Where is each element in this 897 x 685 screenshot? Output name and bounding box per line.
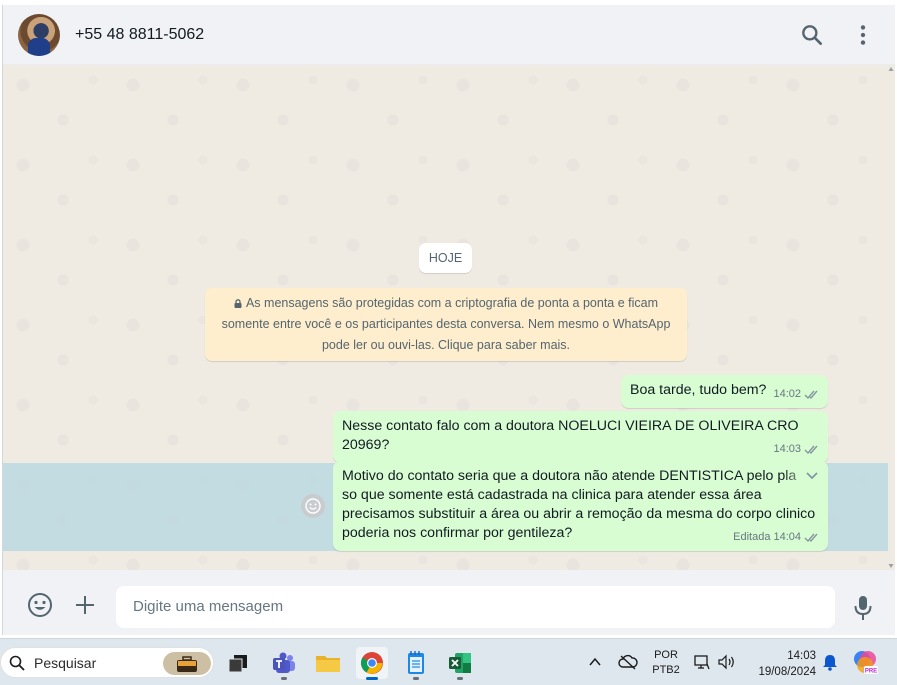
message-bubble[interactable]: Boa tarde, tudo bem? 14:02 [621, 375, 828, 408]
chrome-button[interactable] [356, 647, 388, 680]
running-indicator [457, 677, 463, 680]
teams-button[interactable] [268, 647, 300, 680]
attach-plus-icon[interactable] [73, 593, 97, 617]
svg-text:PRE: PRE [865, 669, 877, 675]
encryption-notice[interactable]: As mensagens são protegidas com a cripto… [205, 288, 687, 361]
date-separator: HOJE [419, 243, 472, 273]
language-code: POR [654, 649, 678, 661]
message-meta: 14:03 [773, 440, 820, 459]
running-indicator [366, 677, 378, 680]
encryption-line: somente entre você e os participantes de… [221, 317, 671, 331]
task-view-button[interactable] [222, 647, 254, 679]
microphone-icon[interactable] [853, 595, 873, 621]
message-input[interactable]: Digite uma mensagem [116, 586, 835, 628]
message-time: 14:04 [773, 531, 801, 543]
message-line: precisamos substituir a área ou abrir a … [342, 506, 816, 522]
clock-date: 19/08/2024 [758, 666, 816, 678]
taskbar-search-label: Pesquisar [34, 655, 97, 671]
message-meta: 14:02 [773, 385, 820, 404]
encryption-line: As mensagens são protegidas com a cripto… [217, 293, 675, 314]
running-indicator [281, 677, 287, 680]
menu-icon[interactable] [850, 22, 876, 48]
emoji-reaction-button[interactable] [301, 494, 325, 518]
scrollbar[interactable] [888, 65, 894, 570]
double-check-icon [804, 390, 818, 400]
message-line: Motivo do contato seria que a doutora nã… [342, 468, 797, 484]
task-view-icon [228, 655, 247, 673]
network-icon[interactable] [694, 654, 710, 670]
message-bubble[interactable]: Nesse contato falo com a doutora NOELUCI… [333, 411, 828, 463]
notepad-button[interactable] [400, 647, 432, 680]
double-check-icon [804, 533, 818, 543]
notification-bell-icon[interactable] [822, 654, 838, 671]
message-line: so que somente está cadastrada na clinic… [342, 487, 762, 503]
volume-icon[interactable] [718, 654, 736, 670]
lock-icon [234, 299, 242, 308]
message-line: Nesse contato falo com a doutora NOELUCI… [342, 418, 799, 434]
chevron-down-icon[interactable] [804, 467, 820, 483]
folder-icon [316, 656, 340, 672]
running-indicator [413, 677, 419, 680]
keyboard-layout: PTB2 [652, 664, 680, 676]
chevron-up-icon[interactable] [588, 655, 602, 669]
file-explorer-button[interactable] [312, 647, 344, 679]
contact-avatar[interactable] [18, 14, 60, 56]
teams-icon [273, 652, 295, 673]
message-time: 14:02 [773, 388, 801, 400]
onedrive-offline-icon[interactable] [618, 654, 638, 670]
copilot-icon[interactable]: PRE [852, 649, 878, 675]
smiley-icon [305, 498, 321, 514]
excel-icon [449, 653, 471, 673]
emoji-icon[interactable] [27, 592, 53, 618]
contact-name[interactable]: +55 48 8811-5062 [75, 26, 204, 44]
search-icon[interactable] [799, 22, 825, 48]
taskbar-search[interactable]: Pesquisar [0, 647, 214, 678]
message-meta: Editada 14:04 [733, 528, 820, 547]
edited-label: Editada [733, 531, 771, 543]
message-time: 14:03 [773, 443, 801, 455]
excel-button[interactable] [444, 647, 476, 680]
message-text: Nesse contato falo com a doutora NOELUCI… [333, 411, 828, 455]
windows-taskbar: Pesquisar POR PTB2 14:03 19/08/2024 PRE [0, 638, 897, 685]
double-check-icon [804, 445, 818, 455]
message-list[interactable]: HOJE As mensagens são protegidas com a c… [3, 65, 895, 570]
message-bubble[interactable]: Motivo do contato seria que a doutora nã… [333, 461, 828, 551]
message-line: 20969? [342, 437, 390, 453]
notepad-icon [408, 651, 424, 674]
whatsapp-window: +55 48 8811-5062 HOJE As mensagens são p… [2, 5, 895, 635]
chrome-icon [361, 652, 383, 674]
clock-time: 14:03 [787, 650, 816, 662]
message-composer: Digite uma mensagem [3, 570, 895, 635]
chat-header[interactable]: +55 48 8811-5062 [3, 5, 895, 65]
system-clock[interactable]: 14:03 19/08/2024 [746, 648, 816, 680]
keyboard-language[interactable]: POR PTB2 [650, 648, 682, 678]
search-icon [9, 655, 25, 671]
encryption-line: pode ler ou ouvi-las. Clique para saber … [321, 338, 571, 352]
briefcase-icon [163, 652, 211, 675]
